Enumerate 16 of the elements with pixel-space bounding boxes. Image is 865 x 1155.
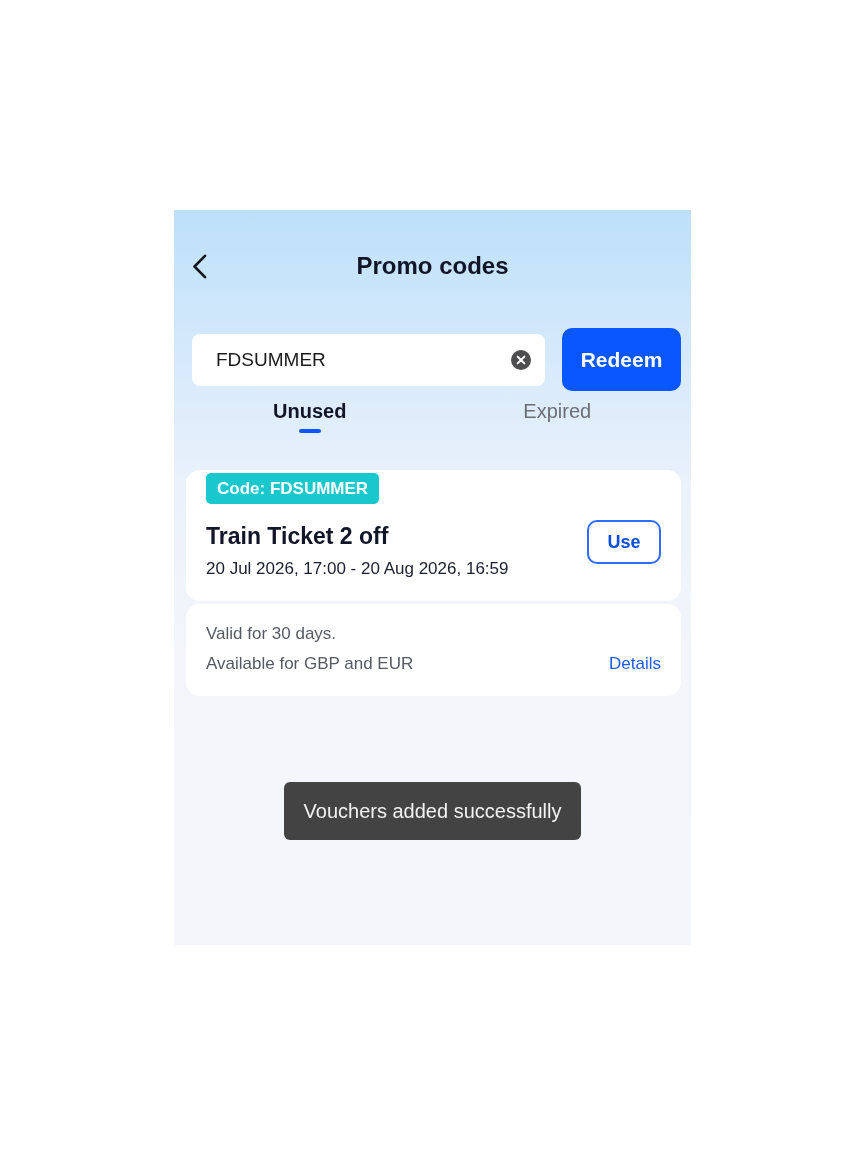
page-title: Promo codes bbox=[356, 252, 509, 280]
clear-icon[interactable] bbox=[511, 349, 531, 370]
use-button[interactable]: Use bbox=[587, 520, 661, 564]
tab[interactable]: Unused bbox=[273, 399, 347, 433]
redeem-button[interactable]: Redeem bbox=[562, 328, 681, 391]
voucher-title: Train Ticket 2 off bbox=[206, 522, 390, 551]
voucher-note: Valid for 30 days. bbox=[206, 623, 338, 645]
details-link[interactable]: Details bbox=[609, 652, 661, 676]
promo-code-tag: Code: FDSUMMER bbox=[206, 473, 380, 504]
voucher-note: Available for GBP and EUR bbox=[206, 653, 414, 675]
toast-message: Vouchers added successfully bbox=[283, 782, 582, 840]
tab-indicator bbox=[298, 429, 321, 433]
back-icon[interactable] bbox=[192, 253, 207, 279]
validity-period: 20 Jul 2026, 17:00 - 20 Aug 2026, 16:59 bbox=[206, 558, 509, 580]
tab[interactable]: Expired bbox=[523, 399, 592, 423]
promo-code-field[interactable]: FDSUMMER bbox=[192, 333, 545, 386]
